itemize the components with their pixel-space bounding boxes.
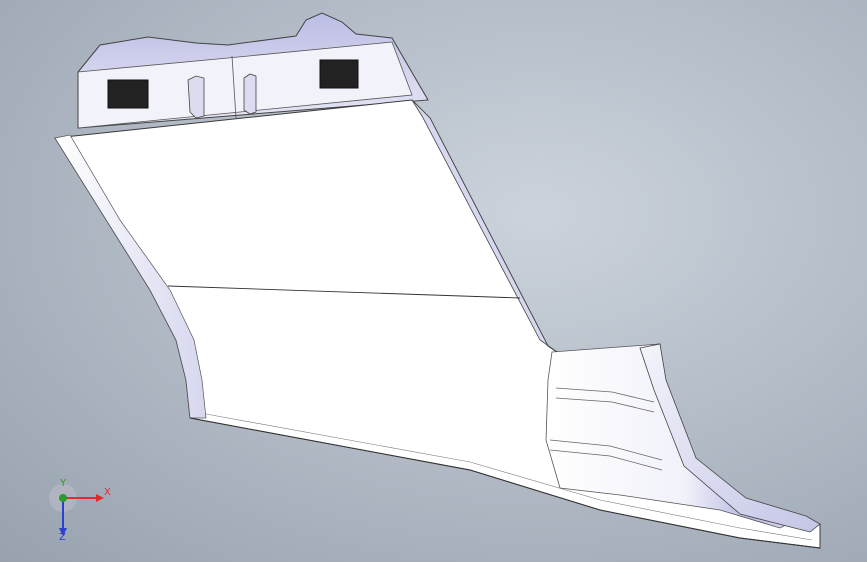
cad-model-view[interactable] — [0, 0, 867, 562]
x-axis-label: X — [104, 487, 111, 498]
window-cutout-right — [319, 59, 359, 89]
window-cutout-left — [107, 79, 149, 109]
graphics-viewport[interactable]: X Y Z — [0, 0, 867, 562]
y-axis-label: Y — [60, 478, 67, 489]
z-axis-label: Z — [59, 532, 66, 543]
axis-triad[interactable] — [49, 484, 104, 536]
